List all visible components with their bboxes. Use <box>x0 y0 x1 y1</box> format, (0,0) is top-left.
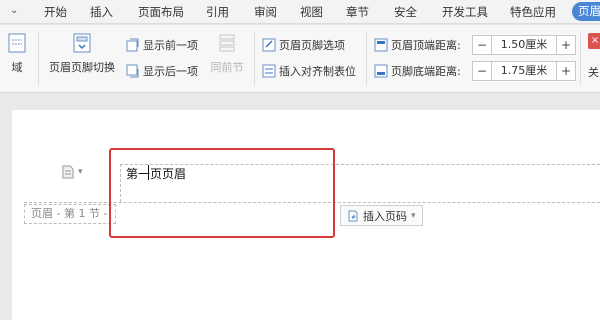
decrease-button[interactable]: − <box>473 36 491 54</box>
header-top-distance-label-group: 页眉顶端距离: <box>374 37 461 53</box>
same-as-previous-icon <box>219 34 235 52</box>
header-footer-switch-label: 页眉页脚切换 <box>49 61 115 74</box>
header-top-distance-stepper[interactable]: − 1.50厘米 + <box>472 35 576 55</box>
tab-header-footer[interactable]: 页眉 <box>572 2 600 21</box>
chevron-down-icon: ▾ <box>78 167 83 177</box>
header-top-distance-value[interactable]: 1.50厘米 <box>491 36 557 54</box>
chevron-down-icon: ▾ <box>411 210 416 221</box>
close-label[interactable]: 关 <box>588 64 599 80</box>
field-icon <box>8 33 26 53</box>
header-footer-options-button[interactable]: 页眉页脚选项 <box>262 37 345 53</box>
header-footer-switch-icon <box>73 33 91 53</box>
tab-section[interactable]: 章节 <box>346 4 369 20</box>
footer-bottom-distance-value[interactable]: 1.75厘米 <box>491 62 557 80</box>
increase-button[interactable]: + <box>557 36 575 54</box>
show-next-button[interactable]: 显示后一项 <box>126 63 198 79</box>
ribbon-divider <box>254 33 255 85</box>
highlight-box <box>109 148 335 238</box>
tab-developer[interactable]: 开发工具 <box>442 4 488 20</box>
header-top-distance-label: 页眉顶端距离: <box>391 39 461 52</box>
decrease-button[interactable]: − <box>473 62 491 80</box>
ribbon: 域 页眉页脚切换 显示前一项 显示后一项 同前节 页眉页脚选项 插入对齐制表位 … <box>0 25 600 93</box>
tab-home[interactable]: 开始 <box>44 4 67 20</box>
tab-page-layout[interactable]: 页面布局 <box>138 4 184 20</box>
increase-button[interactable]: + <box>557 62 575 80</box>
tab-references[interactable]: 引用 <box>206 4 229 20</box>
field-label: 域 <box>11 61 23 74</box>
insert-align-tab-icon <box>262 64 276 78</box>
insert-align-tab-button[interactable]: 插入对齐制表位 <box>262 63 356 79</box>
header-footer-options-icon <box>262 38 276 52</box>
footer-bottom-distance-stepper[interactable]: − 1.75厘米 + <box>472 61 576 81</box>
show-next-icon <box>126 64 139 78</box>
menu-bar: ⌄ 开始 插入 页面布局 引用 审阅 视图 章节 安全 开发工具 特色应用 页眉 <box>0 0 600 24</box>
footer-bottom-distance-label-group: 页脚底端距离: <box>374 63 461 79</box>
header-options-dropdown[interactable]: ▾ <box>62 165 83 179</box>
header-top-distance-icon <box>374 38 388 52</box>
insert-page-number-label: 插入页码 <box>363 209 407 223</box>
header-footer-switch-button[interactable]: 页眉页脚切换 <box>46 33 118 75</box>
page-number-icon: # <box>348 210 358 221</box>
show-previous-button[interactable]: 显示前一项 <box>126 37 198 53</box>
footer-bottom-distance-icon <box>374 64 388 78</box>
show-previous-icon <box>126 38 139 52</box>
svg-text:#: # <box>351 214 356 221</box>
document-icon <box>62 165 74 179</box>
show-next-label: 显示后一项 <box>143 65 198 78</box>
footer-bottom-distance-label: 页脚底端距离: <box>391 65 461 78</box>
tab-insert[interactable]: 插入 <box>90 4 113 20</box>
tab-security[interactable]: 安全 <box>394 4 417 20</box>
field-button[interactable]: 域 <box>6 33 28 75</box>
chevron-down-icon[interactable]: ⌄ <box>10 5 18 16</box>
insert-align-tab-label: 插入对齐制表位 <box>279 65 356 78</box>
header-footer-options-label: 页眉页脚选项 <box>279 39 345 52</box>
tab-special-apps[interactable]: 特色应用 <box>510 4 556 20</box>
ribbon-divider <box>38 33 39 85</box>
tab-view[interactable]: 视图 <box>300 4 323 20</box>
tab-review[interactable]: 审阅 <box>254 4 277 20</box>
close-header-footer-icon[interactable]: × <box>588 33 600 49</box>
ribbon-divider <box>366 33 367 85</box>
insert-page-number-button[interactable]: # 插入页码 ▾ <box>340 205 423 226</box>
same-as-previous-label: 同前节 <box>210 61 244 74</box>
ribbon-divider <box>580 33 581 85</box>
show-previous-label: 显示前一项 <box>143 39 198 52</box>
same-as-previous-button[interactable]: 同前节 <box>208 33 246 75</box>
header-section-tag: 页眉 - 第 1 节 - <box>24 204 116 224</box>
